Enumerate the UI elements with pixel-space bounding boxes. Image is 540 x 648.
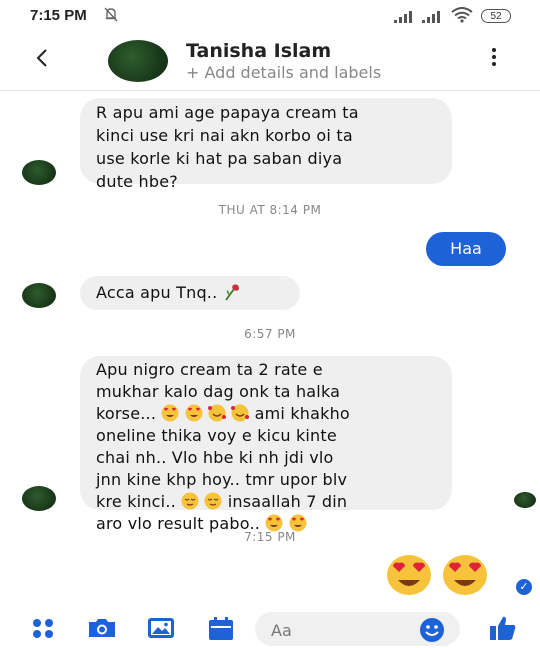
camera-icon[interactable] bbox=[86, 616, 116, 640]
timestamp: 6:57 PM bbox=[244, 327, 296, 341]
message-line: R apu ami age papaya cream ta bbox=[96, 103, 359, 122]
message-text: insaallah 7 din bbox=[227, 492, 348, 511]
smiling-hearts-emoji-icon bbox=[208, 404, 226, 423]
message-text: korse... bbox=[96, 404, 157, 423]
heart-eyes-emoji-icon bbox=[161, 404, 179, 423]
image-icon[interactable] bbox=[146, 616, 176, 640]
conversation-header: Tanisha Islam + Add details and labels bbox=[0, 30, 540, 91]
message-input-pill[interactable] bbox=[255, 612, 460, 646]
contact-avatar-small bbox=[22, 160, 56, 185]
message-line: Apu nigro cream ta 2 rate e bbox=[96, 360, 323, 379]
message-text: kre kinci.. bbox=[96, 492, 176, 511]
heart-eyes-emoji-icon bbox=[185, 404, 203, 423]
sent-emoji-message[interactable] bbox=[386, 554, 498, 600]
status-bar: 7:15 PM 52 bbox=[0, 0, 540, 30]
muted-bell-icon bbox=[104, 7, 118, 25]
message-text: Acca apu Tnq.. bbox=[96, 283, 218, 302]
contact-avatar[interactable] bbox=[108, 40, 168, 82]
contact-name[interactable]: Tanisha Islam bbox=[186, 40, 331, 62]
relieved-face-emoji-icon bbox=[204, 492, 222, 511]
heart-eyes-emoji-icon bbox=[442, 554, 488, 596]
battery-indicator: 52 bbox=[481, 9, 511, 23]
message-line: dute hbe? bbox=[96, 172, 178, 191]
contact-avatar-small bbox=[22, 283, 56, 308]
message-line: kinci use kri nai akn korbo oi ta bbox=[96, 126, 353, 145]
read-receipt-avatar bbox=[514, 492, 536, 508]
message-line-with-emoji: kre kinci.. insaallah 7 din bbox=[96, 491, 436, 513]
delivered-check-icon: ✓ bbox=[516, 579, 532, 595]
add-details-link[interactable]: + Add details and labels bbox=[186, 63, 381, 82]
message-input[interactable] bbox=[269, 618, 413, 642]
timestamp: 7:15 PM bbox=[244, 530, 296, 544]
signal-strength-icon bbox=[422, 10, 444, 23]
wifi-icon bbox=[451, 7, 473, 23]
message-bubble-received[interactable]: Apu nigro cream ta 2 rate e mukhar kalo … bbox=[80, 356, 452, 533]
message-line: use korle ki hat pa saban diya bbox=[96, 149, 343, 168]
smiling-hearts-emoji-icon bbox=[231, 404, 250, 423]
more-vertical-icon[interactable] bbox=[490, 46, 498, 73]
wilted-rose-icon bbox=[223, 283, 243, 302]
thumbs-up-icon[interactable] bbox=[488, 614, 518, 640]
message-composer bbox=[0, 604, 540, 648]
emoji-smile-icon[interactable] bbox=[419, 617, 445, 647]
message-line: oneline thika voy e kicu kinte bbox=[96, 426, 337, 445]
apps-grid-icon[interactable] bbox=[30, 616, 60, 640]
message-bubble-sent[interactable]: Haa bbox=[426, 232, 506, 266]
timestamp: THU AT 8:14 PM bbox=[218, 203, 322, 217]
message-text: ami khakho bbox=[254, 404, 350, 423]
relieved-face-emoji-icon bbox=[181, 492, 199, 511]
signal-strength-icon bbox=[394, 10, 416, 23]
message-line: jnn kine khp hoy.. tmr upor blv bbox=[96, 470, 348, 489]
message-line: chai nh.. Vlo hbe ki nh jdi vlo bbox=[96, 448, 334, 467]
message-line: mukhar kalo dag onk ta halka bbox=[96, 382, 341, 401]
heart-eyes-emoji-icon bbox=[386, 554, 432, 596]
back-arrow-icon[interactable] bbox=[34, 46, 50, 76]
message-bubble-received[interactable]: Acca apu Tnq.. bbox=[80, 276, 300, 310]
contact-avatar-small bbox=[22, 486, 56, 511]
message-bubble-received[interactable]: R apu ami age papaya cream ta kinci use … bbox=[80, 98, 452, 191]
message-line-with-emoji: korse... ami khakho bbox=[96, 403, 436, 425]
calendar-icon[interactable] bbox=[206, 616, 236, 640]
status-time: 7:15 PM bbox=[30, 7, 87, 24]
